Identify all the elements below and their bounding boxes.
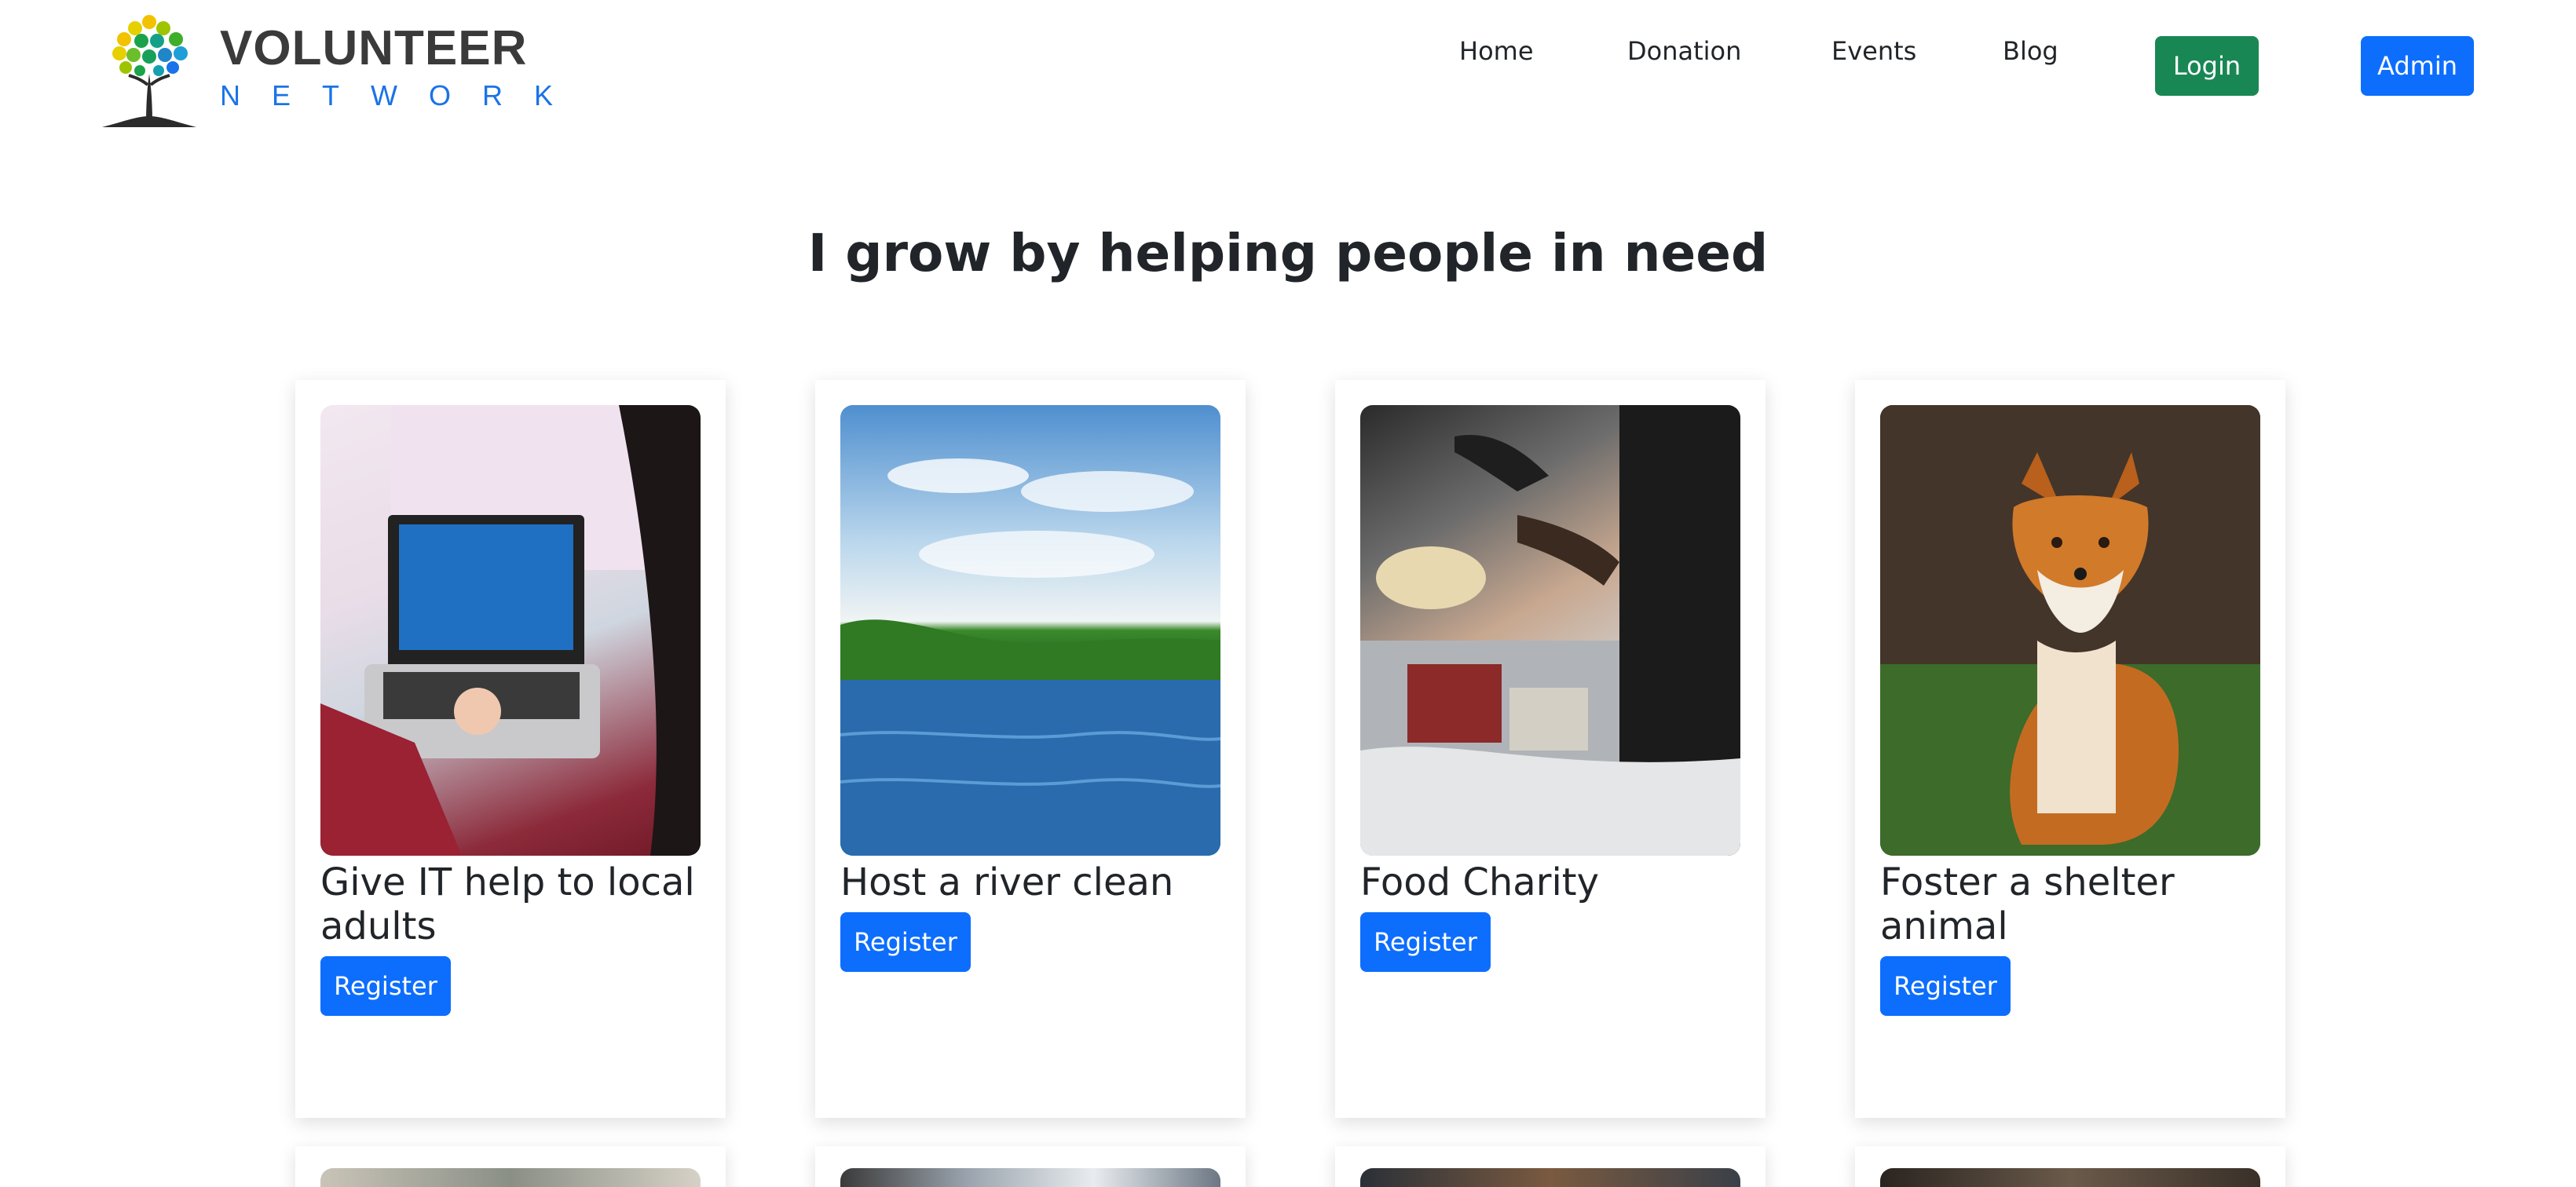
login-button[interactable]: Login: [2155, 36, 2259, 96]
event-title: Food Charity: [1360, 860, 1600, 904]
river-photo: [840, 405, 1220, 856]
register-button[interactable]: Register: [840, 912, 971, 972]
event-photo: [320, 1168, 701, 1187]
page: VOLUNTEER NETWORK Home Donation Events B…: [0, 0, 2576, 1187]
event-photo: [1360, 1168, 1740, 1187]
event-photo: [840, 1168, 1220, 1187]
nav-home-link[interactable]: Home: [1459, 36, 1534, 66]
event-title: Give IT help to local adults: [320, 860, 695, 948]
event-card: [1335, 1146, 1766, 1187]
event-card: Host a river clean up Register: [815, 380, 1246, 1118]
event-card: Give IT help to local adults Register: [295, 380, 726, 1118]
fox-photo: [1880, 405, 2260, 856]
event-photo: [1880, 1168, 2260, 1187]
admin-button[interactable]: Admin: [2361, 36, 2474, 96]
register-button[interactable]: Register: [320, 956, 451, 1016]
event-card: [1855, 1146, 2285, 1187]
event-title: Foster a shelter animal: [1880, 860, 2175, 948]
register-button[interactable]: Register: [1880, 956, 2011, 1016]
nav-events-link[interactable]: Events: [1831, 36, 1916, 66]
event-card: [815, 1146, 1246, 1187]
page-title: I grow by helping people in need: [807, 223, 1769, 283]
tree-logo-icon: [102, 15, 196, 127]
event-card: Foster a shelter animal Register: [1855, 380, 2285, 1118]
laptop-photo: [320, 405, 701, 856]
food-donation-photo: [1360, 405, 1740, 856]
volunteer-network-logo[interactable]: VOLUNTEER NETWORK: [94, 6, 553, 129]
nav-blog-link[interactable]: Blog: [2003, 36, 2058, 66]
brand-title: VOLUNTEER: [220, 21, 528, 75]
brand-subtitle: NETWORK: [220, 79, 584, 111]
event-card: Food Charity Register: [1335, 380, 1766, 1118]
register-button[interactable]: Register: [1360, 912, 1491, 972]
event-card: [295, 1146, 726, 1187]
nav-donation-link[interactable]: Donation: [1627, 36, 1741, 66]
